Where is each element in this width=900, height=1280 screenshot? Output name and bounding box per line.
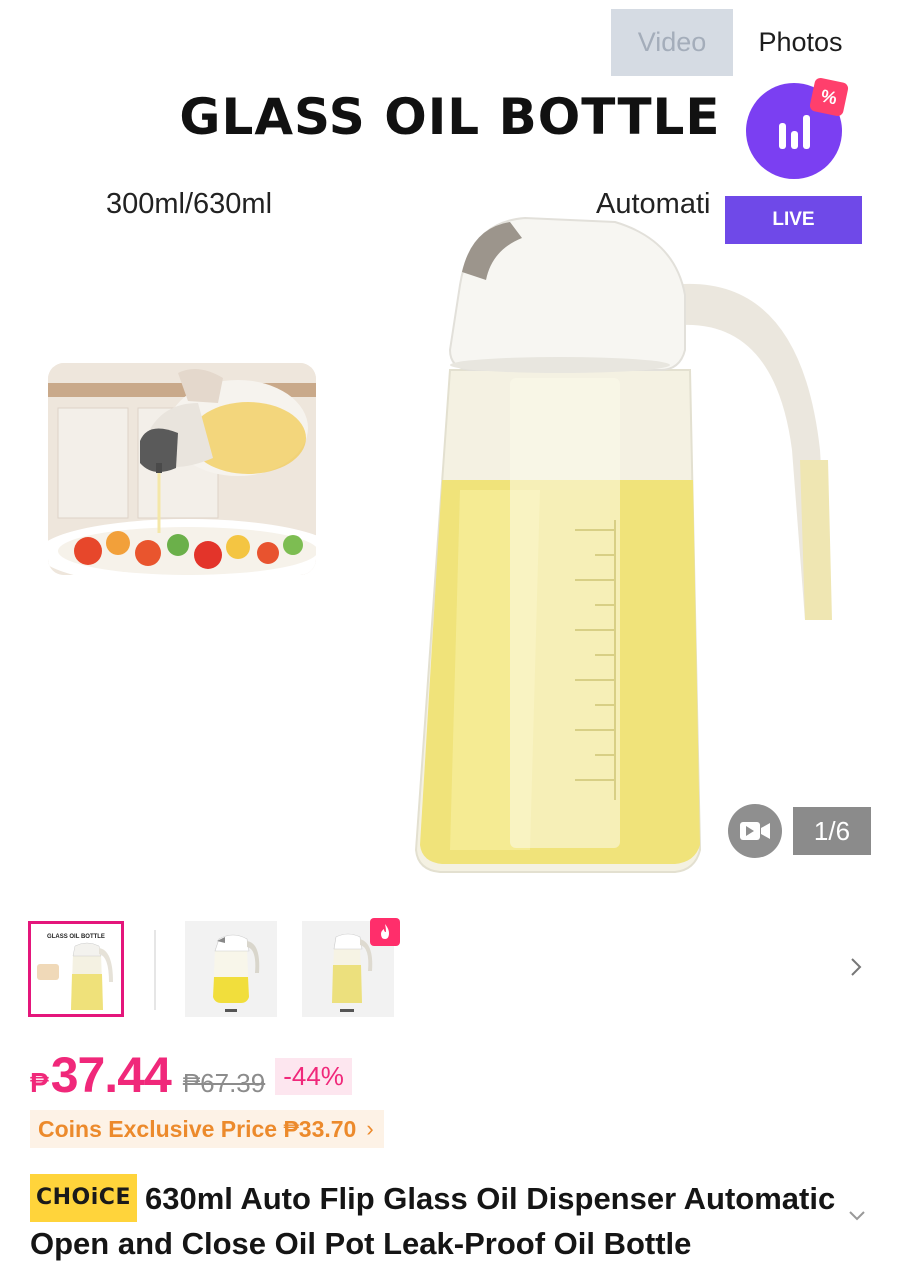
currency-symbol: ₱ (30, 1067, 49, 1098)
discount-badge: -44% (275, 1057, 352, 1095)
banner-capacity-caption: 300ml/630ml (106, 188, 273, 220)
pouring-inset-image (48, 363, 316, 575)
image-counter: 1/6 (793, 807, 871, 855)
chevron-right-icon[interactable] (842, 952, 870, 982)
current-price: 37.44 (50, 1047, 172, 1103)
product-title: 630ml Auto Flip Glass Oil Dispenser Auto… (30, 1181, 836, 1261)
product-title-block: CHOiCE 630ml Auto Flip Glass Oil Dispense… (30, 1174, 840, 1266)
media-tabs: Video Photos (611, 9, 868, 76)
coins-price-label: Coins Exclusive Price ₱33.70 (38, 1115, 357, 1142)
coupon-icon: % (808, 76, 850, 118)
thumbnail-divider (154, 930, 156, 1010)
live-badge[interactable]: LIVE (725, 196, 862, 244)
tab-video[interactable]: Video (611, 9, 733, 76)
price-row: ₱ 37.44 ₱67.39 -44% (30, 1046, 352, 1106)
product-title-text: CHOiCE 630ml Auto Flip Glass Oil Dispense… (30, 1174, 840, 1266)
choice-badge: CHOiCE (30, 1174, 137, 1222)
video-camera-icon[interactable] (728, 804, 782, 858)
coins-exclusive-price[interactable]: Coins Exclusive Price ₱33.70 › (30, 1110, 384, 1148)
flame-icon (370, 918, 400, 946)
thumbnail-item[interactable] (185, 921, 277, 1017)
thumbnail-item[interactable]: GLASS OIL BOTTLE (28, 921, 124, 1017)
original-price: ₱67.39 (182, 1068, 266, 1098)
product-gallery[interactable]: GLASS OIL BOTTLE 300ml/630ml Automati Vi… (0, 0, 900, 905)
live-widget[interactable]: % LIVE (724, 76, 864, 246)
oil-bottle-image (400, 200, 850, 890)
chevron-down-icon[interactable] (846, 1206, 868, 1224)
thumbnail-banner-text: GLASS OIL BOTTLE (47, 934, 105, 940)
thumbnail-strip: GLASS OIL BOTTLE (0, 918, 900, 1022)
tab-photos[interactable]: Photos (733, 9, 868, 76)
chevron-right-icon: › (366, 1116, 374, 1141)
